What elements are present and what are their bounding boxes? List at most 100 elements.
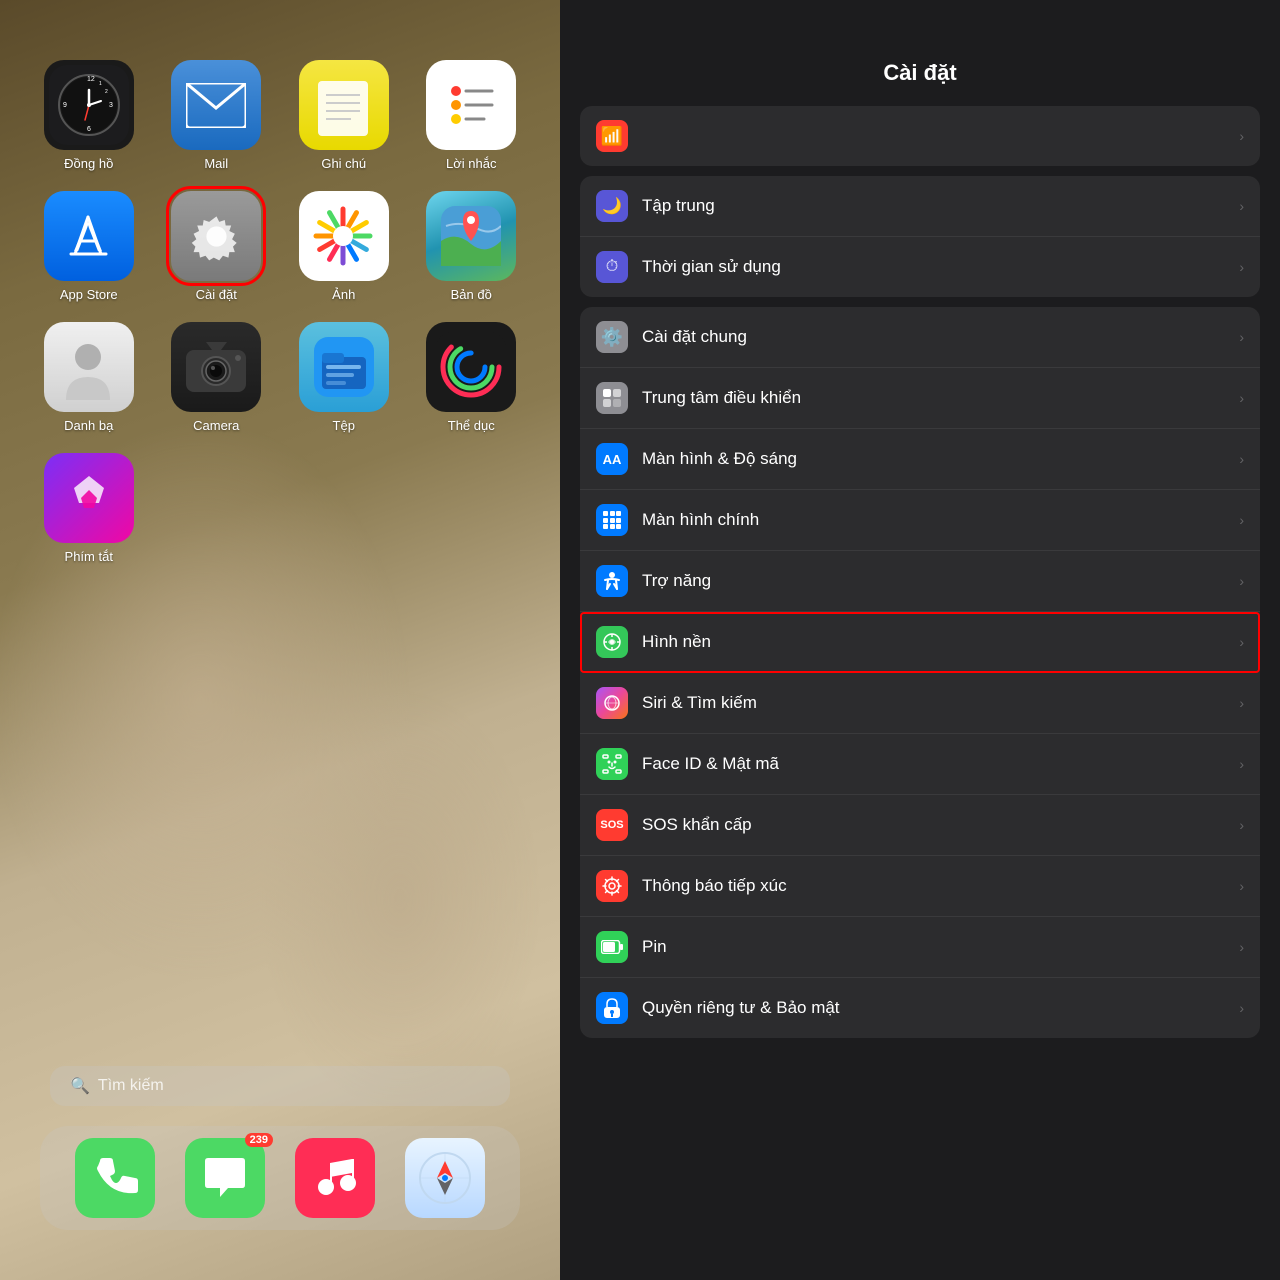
app-mail[interactable]: Mail — [158, 60, 276, 171]
general-chevron: › — [1239, 329, 1244, 345]
settings-row-exposure[interactable]: Thông báo tiếp xúc › — [580, 856, 1260, 917]
display-icon: AA — [596, 443, 628, 475]
display-chevron: › — [1239, 451, 1244, 467]
focus-chevron: › — [1239, 198, 1244, 214]
wallpaper-label: Hình nền — [642, 632, 1239, 652]
svg-text:2: 2 — [105, 89, 108, 95]
app-fitness-label: Thể dục — [448, 418, 495, 433]
app-contacts-label: Danh bạ — [64, 418, 113, 433]
partial-chevron: › — [1239, 128, 1244, 144]
svg-text:12: 12 — [87, 76, 95, 83]
app-appstore[interactable]: A App Store — [30, 191, 148, 302]
dock-music[interactable] — [295, 1138, 375, 1218]
wallpaper-icon — [596, 626, 628, 658]
screentime-icon-char: ⏱ — [606, 258, 618, 276]
settings-row-siri[interactable]: Siri & Tìm kiếm › — [580, 673, 1260, 734]
general-icon-char: ⚙️ — [601, 327, 623, 348]
settings-row-wallpaper[interactable]: Hình nền › — [580, 612, 1260, 673]
siri-chevron: › — [1239, 695, 1244, 711]
privacy-icon — [596, 992, 628, 1024]
phone-icon — [90, 1153, 140, 1203]
privacy-label: Quyền riêng tư & Bảo mật — [642, 998, 1239, 1018]
fitness-icon — [436, 332, 506, 402]
app-camera-label: Camera — [193, 418, 239, 433]
homescreen-label: Màn hình chính — [642, 510, 1239, 530]
safari-icon — [418, 1151, 473, 1206]
settings-row-general[interactable]: ⚙️ Cài đặt chung › — [580, 307, 1260, 368]
mail-icon — [186, 83, 246, 128]
app-files-label: Tệp — [333, 418, 355, 433]
faceid-icon — [596, 748, 628, 780]
settings-section-main: ⚙️ Cài đặt chung › Trung tâm điều khiển … — [580, 307, 1260, 1038]
dock-safari[interactable] — [405, 1138, 485, 1218]
siri-label: Siri & Tìm kiếm — [642, 693, 1239, 713]
settings-row-partial[interactable]: 📶 › — [580, 106, 1260, 166]
app-shortcuts[interactable]: Phím tắt — [30, 453, 148, 564]
privacy-chevron: › — [1239, 1000, 1244, 1016]
exposure-label: Thông báo tiếp xúc — [642, 876, 1239, 896]
dock-messages[interactable]: 239 — [185, 1138, 265, 1218]
shortcuts-icon — [59, 468, 119, 528]
faceid-chevron: › — [1239, 756, 1244, 772]
dock-phone[interactable] — [75, 1138, 155, 1218]
settings-row-privacy[interactable]: Quyền riêng tư & Bảo mật › — [580, 978, 1260, 1038]
settings-row-accessibility[interactable]: Trợ năng › — [580, 551, 1260, 612]
app-fitness[interactable]: Thể dục — [413, 322, 531, 433]
settings-row-focus[interactable]: 🌙 Tập trung › — [580, 176, 1260, 237]
battery-icon-svg — [601, 940, 623, 954]
app-reminders[interactable]: Lời nhắc — [413, 60, 531, 171]
settings-row-faceid[interactable]: Face ID & Mật mã › — [580, 734, 1260, 795]
app-settings[interactable]: Cài đặt — [158, 191, 276, 302]
app-notes-label: Ghi chú — [321, 156, 366, 171]
wallpaper-chevron: › — [1239, 634, 1244, 650]
search-bar[interactable]: 🔍 Tìm kiếm — [50, 1066, 510, 1106]
accessibility-icon — [596, 565, 628, 597]
app-reminders-label: Lời nhắc — [446, 156, 496, 171]
homescreen-chevron: › — [1239, 512, 1244, 528]
app-clock-label: Đồng hồ — [64, 156, 113, 171]
app-notes[interactable]: Ghi chú — [285, 60, 403, 171]
settings-row-screentime[interactable]: ⏱ Thời gian sử dụng › — [580, 237, 1260, 297]
home-screen: 12 3 6 9 1 2 — [0, 0, 560, 1280]
settings-section-top: 📶 › — [580, 106, 1260, 166]
settings-title: Cài đặt — [560, 0, 1280, 106]
app-grid-row1: 12 3 6 9 1 2 — [30, 60, 530, 171]
exposure-icon-svg — [602, 876, 622, 896]
music-icon — [310, 1153, 360, 1203]
sos-label: SOS khẩn cấp — [642, 815, 1239, 835]
app-shortcuts-label: Phím tắt — [65, 549, 113, 564]
settings-gear-icon — [189, 209, 244, 264]
settings-row-sos[interactable]: SOS SOS khẩn cấp › — [580, 795, 1260, 856]
settings-row-homescreen[interactable]: Màn hình chính › — [580, 490, 1260, 551]
screentime-label: Thời gian sử dụng — [642, 257, 1239, 277]
app-camera[interactable]: Camera — [158, 322, 276, 433]
partial-icon-char: 📶 — [601, 126, 623, 147]
homescreen-icon — [596, 504, 628, 536]
app-grid-row2: A App Store Cài đặt — [30, 191, 530, 302]
control-icon — [596, 382, 628, 414]
app-appstore-label: App Store — [60, 287, 118, 302]
sos-icon-char: SOS — [600, 819, 623, 831]
settings-row-control[interactable]: Trung tâm điều khiển › — [580, 368, 1260, 429]
exposure-chevron: › — [1239, 878, 1244, 894]
dock: 239 — [40, 1126, 520, 1230]
app-photos[interactable]: Ảnh — [285, 191, 403, 302]
app-maps-label: Bản đồ — [451, 287, 492, 302]
app-maps[interactable]: Bản đồ — [413, 191, 531, 302]
accessibility-label: Trợ năng — [642, 571, 1239, 591]
app-clock[interactable]: 12 3 6 9 1 2 — [30, 60, 148, 171]
app-photos-label: Ảnh — [332, 287, 355, 302]
search-placeholder: Tìm kiếm — [98, 1077, 164, 1095]
files-icon — [314, 337, 374, 397]
sos-chevron: › — [1239, 817, 1244, 833]
search-icon: 🔍 — [70, 1076, 90, 1096]
settings-row-display[interactable]: AA Màn hình & Độ sáng › — [580, 429, 1260, 490]
app-mail-label: Mail — [204, 156, 228, 171]
contacts-icon — [61, 335, 116, 400]
app-contacts[interactable]: Danh bạ — [30, 322, 148, 433]
control-label: Trung tâm điều khiển — [642, 388, 1239, 408]
app-files[interactable]: Tệp — [285, 322, 403, 433]
settings-section-focus: 🌙 Tập trung › ⏱ Thời gian sử dụng › — [580, 176, 1260, 297]
settings-row-battery[interactable]: Pin › — [580, 917, 1260, 978]
svg-text:1: 1 — [99, 81, 102, 87]
